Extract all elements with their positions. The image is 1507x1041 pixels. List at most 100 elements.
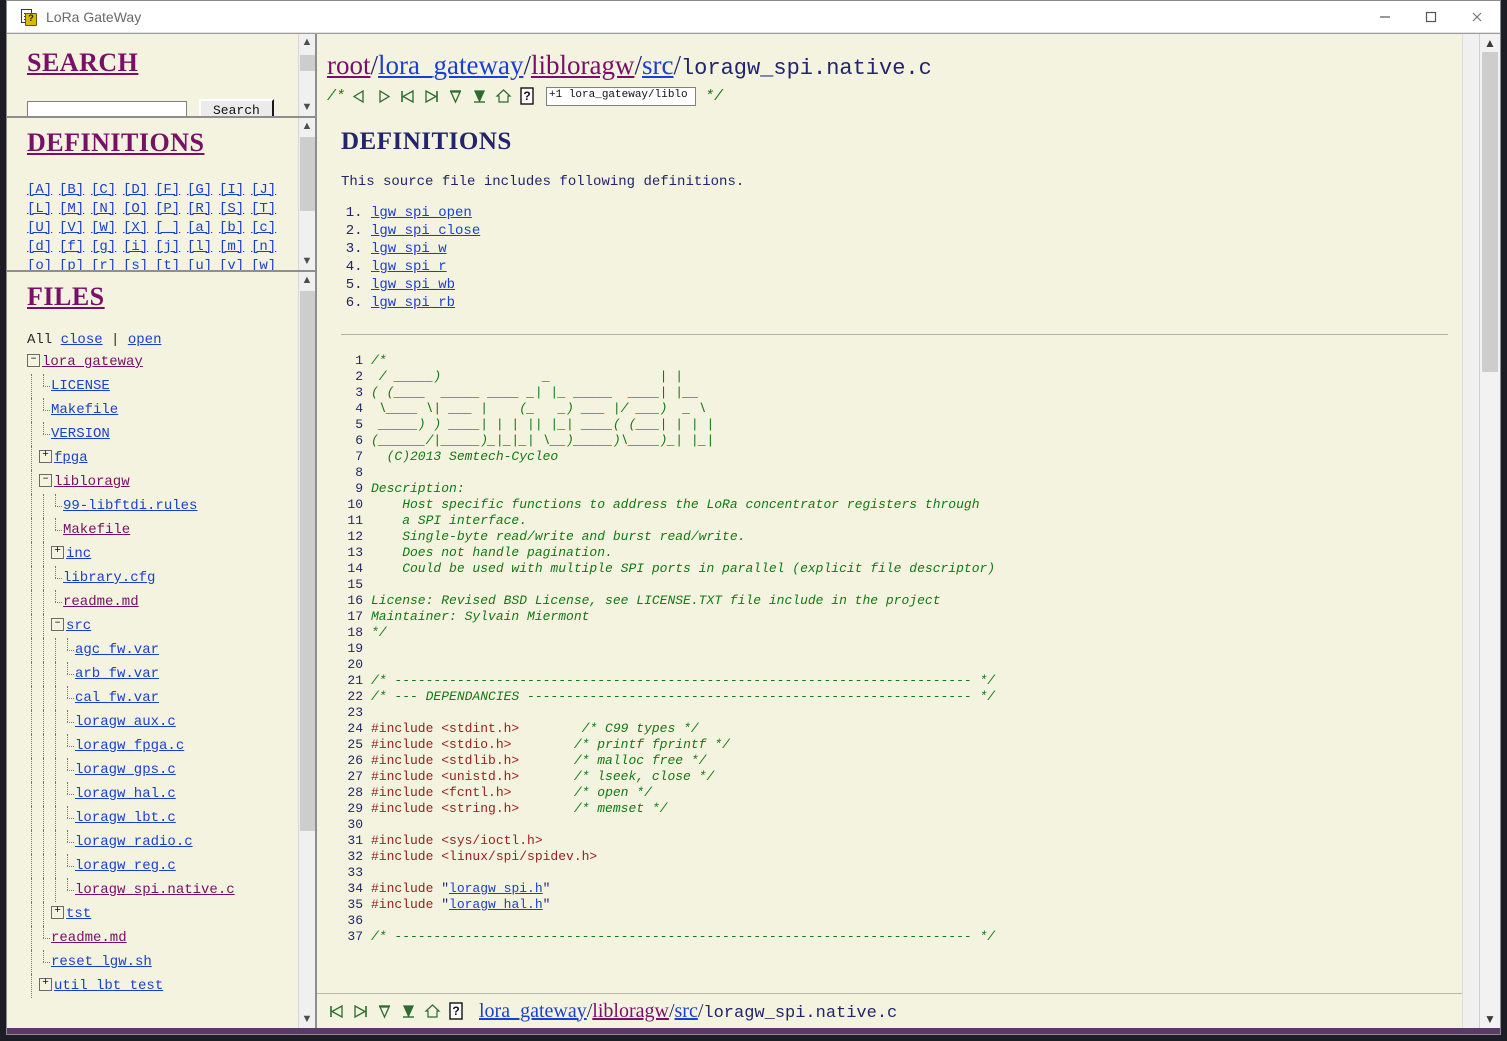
help-icon[interactable]: ? [518,87,537,106]
tree-item[interactable]: + inc [27,542,298,566]
alphabet-link[interactable]: [O] [123,200,155,218]
tree-item-link[interactable]: loragw_spi.native.c [75,882,235,898]
top-icon[interactable] [375,1002,394,1021]
tree-item[interactable]: + fpga [27,446,298,470]
tree-item-link[interactable]: src [66,618,91,634]
tree-item[interactable]: + util_lbt_test [27,974,298,998]
tree-item[interactable]: Makefile [27,398,298,422]
path-link[interactable]: root [327,50,371,80]
alphabet-link[interactable]: [V] [59,219,91,237]
tree-item[interactable]: Makefile [27,518,298,542]
home-icon[interactable] [423,1002,442,1021]
alphabet-link[interactable]: [i] [123,238,155,256]
tree-item[interactable]: loragw_radio.c [27,830,298,854]
tree-item[interactable]: – libloragw [27,470,298,494]
alphabet-link[interactable]: [j] [155,238,187,256]
include-link[interactable]: loragw_spi.h [449,881,543,896]
tree-item-link[interactable]: agc_fw.var [75,642,159,658]
tree-item-link[interactable]: library.cfg [63,570,155,586]
files-frame-scrollbar[interactable]: ▲ ▼ [298,272,315,1028]
window-scrollbar[interactable]: ▲ ▼ [1479,34,1500,1028]
scroll-down-arrow-icon[interactable]: ▼ [299,1011,316,1028]
tree-item-link[interactable]: readme.md [51,930,127,946]
path-link[interactable]: libloragw [592,1000,669,1022]
alphabet-link[interactable]: [J] [251,181,283,199]
tree-collapse-icon[interactable]: – [27,353,40,367]
scroll-thumb[interactable] [299,137,315,211]
definitions-frame-scrollbar[interactable]: ▲ ▼ [298,118,315,270]
alphabet-link[interactable]: [u] [187,257,219,270]
tree-item-link[interactable]: loragw_lbt.c [75,810,176,826]
first-icon[interactable] [398,87,417,106]
alphabet-link[interactable]: [X] [123,219,155,237]
alphabet-link[interactable]: [W] [91,219,123,237]
scroll-thumb[interactable] [1482,52,1498,372]
include-link[interactable]: loragw_hal.h [449,897,543,912]
quick-jump-field[interactable]: +1 lora_gateway/liblo [546,87,697,106]
tree-item-link[interactable]: LICENSE [51,378,110,394]
alphabet-link[interactable]: [F] [155,181,187,199]
tree-item[interactable]: loragw_fpga.c [27,734,298,758]
tree-item-link[interactable]: VERSION [51,426,110,442]
tree-item[interactable]: VERSION [27,422,298,446]
alphabet-link[interactable]: [_] [155,219,187,237]
files-close-all-link[interactable]: close [61,332,103,348]
definition-link[interactable]: lgw_spi_r [371,259,447,275]
scroll-down-arrow-icon[interactable]: ▼ [1484,1010,1496,1028]
bottom-icon[interactable] [470,87,489,106]
tree-item[interactable]: readme.md [27,590,298,614]
tree-item[interactable]: agc_fw.var [27,638,298,662]
tree-item[interactable]: loragw_aux.c [27,710,298,734]
tree-item[interactable]: cal_fw.var [27,686,298,710]
tree-item-link[interactable]: inc [66,546,91,562]
tree-item-link[interactable]: loragw_hal.c [75,786,176,802]
tree-item-link[interactable]: Makefile [51,402,118,418]
alphabet-link[interactable]: [U] [27,219,59,237]
alphabet-link[interactable]: [v] [219,257,251,270]
alphabet-link[interactable]: [o] [27,257,59,270]
scroll-track[interactable] [299,135,316,253]
alphabet-link[interactable]: [A] [27,181,59,199]
alphabet-link[interactable]: [b] [219,219,251,237]
tree-item[interactable]: + tst [27,902,298,926]
tree-item-link[interactable]: loragw_radio.c [75,834,193,850]
last-icon[interactable] [351,1002,370,1021]
alphabet-link[interactable]: [f] [59,238,91,256]
search-input[interactable] [27,100,187,116]
alphabet-link[interactable]: [M] [59,200,91,218]
alphabet-link[interactable]: [s] [123,257,155,270]
path-link[interactable]: lora_gateway [479,1000,587,1022]
alphabet-link[interactable]: [l] [187,238,219,256]
help-icon[interactable]: ? [447,1001,466,1021]
alphabet-link[interactable]: [r] [91,257,123,270]
tree-item[interactable]: loragw_gps.c [27,758,298,782]
alphabet-link[interactable]: [D] [123,181,155,199]
search-button[interactable]: Search [199,99,274,116]
tree-item[interactable]: – lora_gateway [27,350,298,374]
tree-item[interactable]: arb_fw.var [27,662,298,686]
path-link[interactable]: lora_gateway [378,50,523,80]
tree-item[interactable]: LICENSE [27,374,298,398]
scroll-track[interactable] [299,289,316,1011]
tree-item[interactable]: loragw_spi.native.c [27,878,298,902]
document-frame-scrollbar[interactable] [1462,34,1479,1028]
tree-item[interactable]: 99-libftdi.rules [27,494,298,518]
alphabet-link[interactable]: [B] [59,181,91,199]
definition-link[interactable]: lgw_spi_open [371,205,472,221]
top-icon[interactable] [446,87,465,106]
alphabet-link[interactable]: [P] [155,200,187,218]
minimize-button[interactable] [1362,2,1408,32]
scroll-track[interactable] [299,51,316,99]
scroll-up-arrow-icon[interactable]: ▲ [299,118,316,135]
alphabet-link[interactable]: [d] [27,238,59,256]
alphabet-link[interactable]: [L] [27,200,59,218]
tree-item-link[interactable]: loragw_aux.c [75,714,176,730]
scroll-thumb[interactable] [299,55,315,71]
search-frame-scrollbar[interactable]: ▲ ▼ [298,34,315,116]
path-link[interactable]: src [675,1000,698,1022]
tree-collapse-icon[interactable]: – [51,617,64,631]
tree-item-link[interactable]: tst [66,906,91,922]
tree-item[interactable]: – src [27,614,298,638]
definition-link[interactable]: lgw_spi_wb [371,277,455,293]
definition-link[interactable]: lgw_spi_w [371,241,447,257]
